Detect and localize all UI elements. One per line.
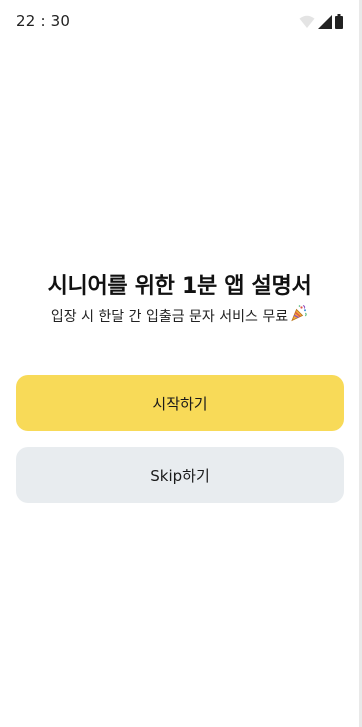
subtitle-text: 입장 시 한달 간 입출금 문자 서비스 무료 (50, 308, 289, 325)
party-popper-icon (290, 304, 308, 329)
status-icons (299, 13, 343, 29)
hero: 시니어를 위한 1분 앱 설명서 입장 시 한달 간 입출금 문자 서비스 무료 (0, 270, 359, 329)
status-bar: 22 : 30 (0, 0, 359, 44)
status-time: 22 : 30 (16, 12, 71, 30)
battery-icon (335, 14, 343, 29)
skip-button[interactable]: Skip하기 (16, 447, 344, 503)
wifi-icon (299, 15, 315, 29)
start-button[interactable]: 시작하기 (16, 375, 344, 431)
signal-icon (318, 15, 332, 29)
page-title: 시니어를 위한 1분 앱 설명서 (47, 274, 312, 299)
page-subtitle: 입장 시 한달 간 입출금 문자 서비스 무료 (51, 304, 308, 329)
